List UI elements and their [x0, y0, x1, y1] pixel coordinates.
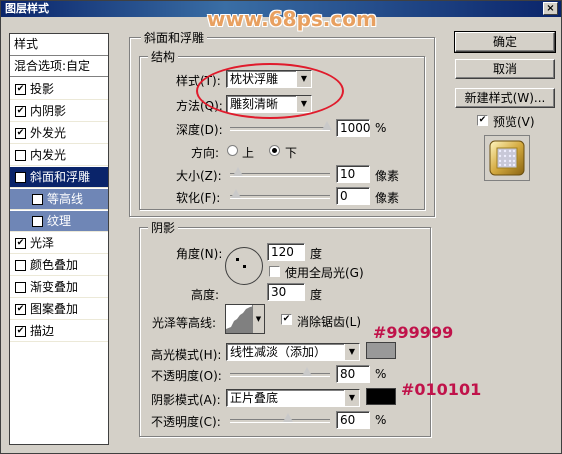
- checkbox[interactable]: [15, 282, 26, 293]
- style-item-texture[interactable]: 纹理: [10, 211, 108, 232]
- style-item-outer-glow[interactable]: ✔ 外发光: [10, 123, 108, 144]
- angle-dial[interactable]: [225, 247, 263, 285]
- watermark: www.68ps.com: [207, 7, 377, 31]
- checkbox[interactable]: ✔: [15, 326, 26, 337]
- cancel-button[interactable]: 取消: [455, 59, 555, 79]
- highlight-oval: [196, 63, 344, 119]
- gloss-contour-label: 光泽等高线:: [152, 316, 217, 330]
- antialias-checkbox[interactable]: ✔: [281, 314, 292, 325]
- highlight-opacity-slider[interactable]: [230, 367, 330, 378]
- dial-tick-icon: [236, 258, 239, 261]
- close-button[interactable]: ×: [543, 2, 558, 15]
- slider-thumb[interactable]: [283, 413, 293, 422]
- shadow-opacity-slider[interactable]: [230, 413, 330, 424]
- checkbox[interactable]: ✔: [15, 238, 26, 249]
- direction-down-radio[interactable]: [269, 145, 280, 156]
- checkbox[interactable]: ✔: [15, 304, 26, 315]
- size-input[interactable]: 10: [336, 165, 370, 183]
- style-item-color-overlay[interactable]: 颜色叠加: [10, 255, 108, 276]
- dial-center-icon: [243, 265, 246, 268]
- shadow-opacity-input[interactable]: 60: [336, 411, 370, 429]
- slider-thumb[interactable]: [322, 121, 332, 130]
- highlight-opacity-unit: %: [375, 367, 387, 381]
- contour-icon: [226, 306, 254, 333]
- style-item-drop-shadow[interactable]: ✔ 投影: [10, 79, 108, 100]
- slider-thumb[interactable]: [233, 167, 243, 176]
- ok-button[interactable]: 确定: [454, 31, 556, 53]
- blend-options-item[interactable]: 混合选项:自定: [10, 56, 108, 77]
- preview-thumbnail: [484, 135, 530, 181]
- chevron-down-icon: ▼: [344, 390, 359, 406]
- gloss-contour-picker[interactable]: ▼: [225, 304, 265, 334]
- window-title: 图层样式: [5, 2, 49, 15]
- highlight-color-annotation: #999999: [373, 323, 454, 342]
- style-item-stroke[interactable]: ✔ 描边: [10, 321, 108, 342]
- shading-title: 阴影: [148, 219, 179, 236]
- direction-up-label: 上: [242, 146, 255, 160]
- depth-slider[interactable]: [230, 121, 332, 132]
- checkbox[interactable]: [15, 150, 26, 161]
- highlight-mode-label: 高光模式(H):: [151, 348, 222, 362]
- highlight-color-swatch[interactable]: [366, 342, 396, 359]
- preview-swatch-icon: [489, 140, 525, 176]
- direction-down-label: 下: [285, 146, 298, 160]
- shadow-mode-label: 阴影模式(A):: [151, 393, 221, 407]
- highlight-mode-select[interactable]: 线性减淡（添加） ▼: [226, 343, 360, 361]
- shadow-color-annotation: #010101: [401, 380, 482, 399]
- shadow-mode-select[interactable]: 正片叠底 ▼: [226, 389, 360, 407]
- global-light-checkbox[interactable]: [269, 266, 280, 277]
- angle-label: 角度(N):: [176, 247, 223, 261]
- style-item-inner-glow[interactable]: 内发光: [10, 145, 108, 166]
- size-unit: 像素: [375, 169, 400, 183]
- altitude-input[interactable]: 30: [267, 283, 305, 301]
- global-light-label: 使用全局光(G): [285, 266, 364, 280]
- angle-input[interactable]: 120: [267, 243, 305, 261]
- soften-label: 软化(F):: [176, 191, 221, 205]
- altitude-unit: 度: [310, 288, 323, 302]
- preview-label: 预览(V): [493, 115, 535, 129]
- highlight-opacity-input[interactable]: 80: [336, 365, 370, 383]
- checkbox[interactable]: ✔: [15, 128, 26, 139]
- soften-slider[interactable]: [230, 189, 330, 200]
- chevron-down-icon: ▼: [344, 344, 359, 360]
- direction-label: 方向:: [191, 146, 220, 160]
- styles-list: 样式 混合选项:自定 ✔ 投影 ✔ 内阴影 ✔ 外发光 内发光 ✔ 斜面和浮雕 ✔ 等高线…: [9, 33, 109, 445]
- shadow-opacity-unit: %: [375, 413, 387, 427]
- soften-unit: 像素: [375, 191, 400, 205]
- new-style-button[interactable]: 新建样式(W)...: [455, 88, 555, 108]
- style-item-inner-shadow[interactable]: ✔ 内阴影: [10, 101, 108, 122]
- style-item-gradient-overlay[interactable]: 渐变叠加: [10, 277, 108, 298]
- size-slider[interactable]: [230, 167, 330, 178]
- slider-thumb[interactable]: [302, 367, 312, 376]
- highlight-opacity-label: 不透明度(O):: [151, 369, 222, 383]
- antialias-label: 消除锯齿(L): [297, 315, 362, 329]
- depth-input[interactable]: 1000: [336, 119, 371, 137]
- checkbox[interactable]: ✔: [15, 84, 26, 95]
- depth-unit: %: [375, 121, 387, 135]
- bevel-group-title: 斜面和浮雕: [141, 29, 208, 46]
- size-label: 大小(Z):: [176, 169, 222, 183]
- preview-checkbox[interactable]: ✔: [477, 115, 488, 126]
- style-item-contour[interactable]: ✔ 等高线: [10, 189, 108, 210]
- style-item-satin[interactable]: ✔ 光泽: [10, 233, 108, 254]
- angle-unit: 度: [310, 247, 323, 261]
- shadow-opacity-label: 不透明度(C):: [151, 415, 221, 429]
- depth-label: 深度(D):: [176, 123, 223, 137]
- shadow-color-swatch[interactable]: [366, 388, 396, 405]
- checkbox[interactable]: ✔: [32, 194, 43, 205]
- style-item-bevel-emboss[interactable]: ✔ 斜面和浮雕: [10, 167, 108, 188]
- checkbox[interactable]: ✔: [15, 172, 26, 183]
- direction-up-radio[interactable]: [227, 145, 238, 156]
- checkbox[interactable]: ✔: [15, 106, 26, 117]
- style-item-pattern-overlay[interactable]: ✔ 图案叠加: [10, 299, 108, 320]
- layer-style-dialog: 图层样式 × www.68ps.com 样式 混合选项:自定 ✔ 投影 ✔ 内阴影 …: [0, 0, 562, 454]
- checkbox[interactable]: [32, 216, 43, 227]
- altitude-label: 高度:: [191, 288, 220, 302]
- chevron-down-icon: ▼: [252, 305, 264, 333]
- soften-input[interactable]: 0: [336, 187, 370, 205]
- checkbox[interactable]: [15, 260, 26, 271]
- styles-header[interactable]: 样式: [10, 34, 108, 56]
- slider-thumb[interactable]: [231, 189, 241, 198]
- structure-title: 结构: [148, 48, 179, 65]
